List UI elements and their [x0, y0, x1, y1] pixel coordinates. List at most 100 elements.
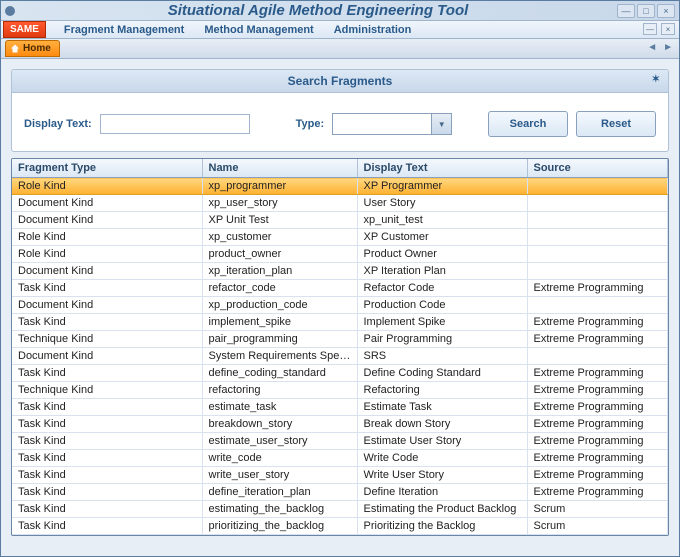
cell-fragment-type: Task Kind: [12, 518, 202, 535]
col-fragment-type[interactable]: Fragment Type: [12, 159, 202, 178]
cell-name: prioritizing_the_backlog: [202, 518, 357, 535]
cell-display-text: XP Iteration Plan: [357, 263, 527, 280]
cell-fragment-type: Role Kind: [12, 178, 202, 195]
cell-display-text: Define Iteration: [357, 484, 527, 501]
col-name[interactable]: Name: [202, 159, 357, 178]
cell-name: product_owner: [202, 246, 357, 263]
menu-close-icon[interactable]: ×: [661, 23, 675, 35]
tab-strip: Home ◄ ►: [1, 39, 679, 59]
content-area: Search Fragments ✶ Display Text: Type: ▼…: [1, 59, 679, 546]
display-text-input[interactable]: [100, 114, 250, 134]
cell-name: estimate_task: [202, 399, 357, 416]
window-titlebar: Situational Agile Method Engineering Too…: [1, 1, 679, 21]
cell-fragment-type: Task Kind: [12, 484, 202, 501]
app-badge: SAME: [3, 21, 46, 38]
table-row[interactable]: Document Kindxp_user_storyUser Story: [12, 195, 668, 212]
tab-next-icon[interactable]: ►: [663, 42, 673, 53]
cell-fragment-type: Task Kind: [12, 450, 202, 467]
cell-name: System Requirements Specification: [202, 348, 357, 365]
tab-prev-icon[interactable]: ◄: [647, 42, 657, 53]
table-row[interactable]: Document Kindxp_iteration_planXP Iterati…: [12, 263, 668, 280]
tab-home[interactable]: Home: [5, 40, 60, 57]
cell-source: [527, 348, 668, 365]
cell-source: Extreme Programming: [527, 450, 668, 467]
type-select[interactable]: ▼: [332, 113, 452, 135]
type-select-value: [333, 114, 431, 134]
table-row[interactable]: Task Kindbreakdown_storyBreak down Story…: [12, 416, 668, 433]
cell-source: Extreme Programming: [527, 416, 668, 433]
table-row[interactable]: Task Kindestimate_taskEstimate TaskExtre…: [12, 399, 668, 416]
cell-display-text: Estimate Task: [357, 399, 527, 416]
search-panel-title: Search Fragments: [288, 74, 393, 88]
cell-source: Extreme Programming: [527, 314, 668, 331]
cell-name: refactoring: [202, 382, 357, 399]
cell-name: write_user_story: [202, 467, 357, 484]
table-row[interactable]: Task Kindimplement_spikeImplement SpikeE…: [12, 314, 668, 331]
cell-display-text: Production Code: [357, 297, 527, 314]
app-icon: [5, 6, 15, 16]
search-button[interactable]: Search: [488, 111, 568, 137]
collapse-icon[interactable]: ✶: [652, 74, 660, 85]
table-row[interactable]: Task Kinddefine_coding_standardDefine Co…: [12, 365, 668, 382]
window-title: Situational Agile Method Engineering Too…: [19, 2, 617, 19]
cell-name: define_coding_standard: [202, 365, 357, 382]
minimize-button[interactable]: —: [617, 4, 635, 18]
cell-name: xp_user_story: [202, 195, 357, 212]
cell-fragment-type: Document Kind: [12, 297, 202, 314]
cell-fragment-type: Task Kind: [12, 467, 202, 484]
menu-administration[interactable]: Administration: [324, 24, 422, 36]
reset-button[interactable]: Reset: [576, 111, 656, 137]
col-display-text[interactable]: Display Text: [357, 159, 527, 178]
close-button[interactable]: ×: [657, 4, 675, 18]
table-row[interactable]: Role Kindxp_customerXP Customer: [12, 229, 668, 246]
cell-display-text: Product Owner: [357, 246, 527, 263]
cell-source: [527, 195, 668, 212]
cell-display-text: XP Programmer: [357, 178, 527, 195]
table-row[interactable]: Technique Kindpair_programmingPair Progr…: [12, 331, 668, 348]
menu-minimize-icon[interactable]: —: [643, 23, 657, 35]
cell-display-text: Pair Programming: [357, 331, 527, 348]
table-row[interactable]: Task Kindestimate_user_storyEstimate Use…: [12, 433, 668, 450]
table-row[interactable]: Role Kindproduct_ownerProduct Owner: [12, 246, 668, 263]
cell-name: XP Unit Test: [202, 212, 357, 229]
table-row[interactable]: Document Kindxp_production_codeProductio…: [12, 297, 668, 314]
cell-source: Extreme Programming: [527, 331, 668, 348]
cell-display-text: XP Customer: [357, 229, 527, 246]
cell-display-text: Prioritizing the Backlog: [357, 518, 527, 535]
table-row[interactable]: Document KindXP Unit Testxp_unit_test: [12, 212, 668, 229]
table-row[interactable]: Task Kindwrite_codeWrite CodeExtreme Pro…: [12, 450, 668, 467]
table-row[interactable]: Task Kindestimating_the_backlogEstimatin…: [12, 501, 668, 518]
table-row[interactable]: Task Kindprioritizing_the_backlogPriorit…: [12, 518, 668, 535]
cell-source: [527, 212, 668, 229]
cell-name: xp_programmer: [202, 178, 357, 195]
cell-name: define_iteration_plan: [202, 484, 357, 501]
cell-display-text: xp_unit_test: [357, 212, 527, 229]
cell-fragment-type: Technique Kind: [12, 331, 202, 348]
search-form: Display Text: Type: ▼ Search Reset: [12, 93, 668, 151]
cell-fragment-type: Task Kind: [12, 365, 202, 382]
table-row[interactable]: Technique KindrefactoringRefactoringExtr…: [12, 382, 668, 399]
cell-display-text: SRS: [357, 348, 527, 365]
table-row[interactable]: Task Kindwrite_user_storyWrite User Stor…: [12, 467, 668, 484]
menu-fragment-management[interactable]: Fragment Management: [54, 24, 194, 36]
cell-display-text: Refactoring: [357, 382, 527, 399]
table-row[interactable]: Task Kindrefactor_codeRefactor CodeExtre…: [12, 280, 668, 297]
table-row[interactable]: Role Kindxp_programmerXP Programmer: [12, 178, 668, 195]
cell-fragment-type: Task Kind: [12, 416, 202, 433]
maximize-button[interactable]: □: [637, 4, 655, 18]
cell-name: implement_spike: [202, 314, 357, 331]
cell-source: [527, 263, 668, 280]
cell-source: [527, 229, 668, 246]
cell-fragment-type: Document Kind: [12, 212, 202, 229]
cell-fragment-type: Document Kind: [12, 263, 202, 280]
cell-name: xp_iteration_plan: [202, 263, 357, 280]
table-row[interactable]: Task Kinddefine_iteration_planDefine Ite…: [12, 484, 668, 501]
cell-display-text: Estimate User Story: [357, 433, 527, 450]
menu-method-management[interactable]: Method Management: [194, 24, 323, 36]
cell-name: estimate_user_story: [202, 433, 357, 450]
cell-source: Extreme Programming: [527, 467, 668, 484]
search-fragments-panel: Search Fragments ✶ Display Text: Type: ▼…: [11, 69, 669, 152]
cell-source: [527, 246, 668, 263]
table-row[interactable]: Document KindSystem Requirements Specifi…: [12, 348, 668, 365]
col-source[interactable]: Source: [527, 159, 668, 178]
